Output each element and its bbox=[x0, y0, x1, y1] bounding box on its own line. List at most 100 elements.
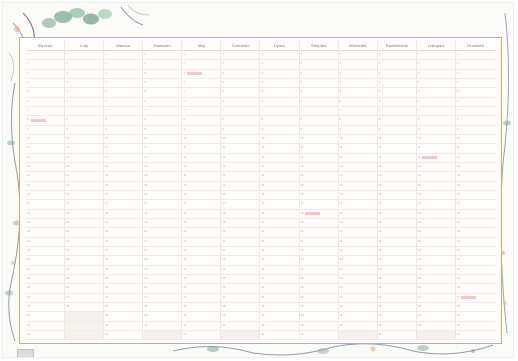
day-cell[interactable]: 16 bbox=[104, 191, 143, 201]
day-cell[interactable]: 5 bbox=[221, 88, 260, 98]
day-cell[interactable]: 2 bbox=[104, 60, 143, 70]
day-cell[interactable]: 9 bbox=[377, 126, 416, 135]
day-cell[interactable]: 27 bbox=[338, 294, 377, 303]
day-cell[interactable]: 15 bbox=[260, 182, 299, 191]
day-cell[interactable]: 25 bbox=[455, 275, 495, 285]
day-cell[interactable]: 21 bbox=[260, 238, 299, 247]
day-cell[interactable]: 16 bbox=[455, 191, 495, 201]
day-cell[interactable]: 28 bbox=[143, 303, 182, 313]
day-cell[interactable]: 28 bbox=[455, 303, 495, 313]
day-cell[interactable]: 24 bbox=[338, 266, 377, 275]
day-cell[interactable]: 15 bbox=[182, 182, 221, 191]
day-cell[interactable]: 18 bbox=[416, 210, 455, 219]
day-cell[interactable]: 6 bbox=[182, 98, 221, 107]
day-cell[interactable] bbox=[143, 330, 182, 341]
day-cell[interactable]: 12 bbox=[416, 154, 455, 163]
day-cell[interactable]: 10 bbox=[104, 135, 143, 145]
day-cell[interactable]: 14 bbox=[338, 172, 377, 182]
day-cell[interactable]: 27 bbox=[26, 294, 65, 303]
day-cell[interactable]: 20 bbox=[65, 228, 104, 238]
day-cell[interactable]: 27 bbox=[65, 294, 104, 303]
day-cell[interactable]: 4 bbox=[182, 79, 221, 89]
day-cell[interactable]: 9 bbox=[143, 126, 182, 135]
day-cell[interactable]: 10 bbox=[260, 135, 299, 145]
day-cell[interactable]: 4 bbox=[299, 79, 338, 89]
day-cell[interactable]: 24 bbox=[221, 266, 260, 275]
day-cell[interactable]: 6 bbox=[65, 98, 104, 107]
day-cell[interactable]: 28 bbox=[182, 303, 221, 313]
day-cell[interactable]: 11 bbox=[104, 144, 143, 154]
day-cell[interactable]: 2 bbox=[338, 60, 377, 70]
day-cell[interactable]: 22 bbox=[104, 247, 143, 257]
day-cell[interactable]: 20 bbox=[416, 228, 455, 238]
day-cell[interactable]: 18 bbox=[104, 210, 143, 219]
day-cell[interactable]: 13 bbox=[260, 163, 299, 173]
day-cell[interactable]: 1 bbox=[221, 51, 260, 61]
day-cell[interactable]: 13 bbox=[65, 163, 104, 173]
day-cell[interactable]: 12 bbox=[455, 154, 495, 163]
day-cell[interactable]: 9 bbox=[104, 126, 143, 135]
day-cell[interactable]: 29 bbox=[26, 312, 65, 322]
day-cell[interactable]: 5 bbox=[26, 88, 65, 98]
day-cell[interactable]: 30 bbox=[182, 322, 221, 331]
day-cell[interactable]: 23 bbox=[416, 256, 455, 266]
day-cell[interactable]: 14 bbox=[26, 172, 65, 182]
day-cell[interactable]: 7 bbox=[26, 107, 65, 117]
day-cell[interactable]: 8 bbox=[299, 116, 338, 126]
day-cell[interactable]: 15 bbox=[377, 182, 416, 191]
day-cell[interactable]: 18 bbox=[221, 210, 260, 219]
day-cell[interactable]: 6 bbox=[26, 98, 65, 107]
day-cell[interactable]: 21 bbox=[338, 238, 377, 247]
day-cell[interactable]: 15 bbox=[221, 182, 260, 191]
day-cell[interactable]: 19 bbox=[416, 219, 455, 229]
day-cell[interactable]: 16 bbox=[377, 191, 416, 201]
day-cell[interactable] bbox=[338, 330, 377, 341]
day-cell[interactable]: 31 bbox=[299, 331, 338, 341]
day-cell[interactable]: 5 bbox=[338, 88, 377, 98]
day-cell[interactable]: 27 bbox=[377, 294, 416, 303]
day-cell[interactable]: 28 bbox=[260, 303, 299, 313]
day-cell[interactable]: 11 bbox=[377, 144, 416, 154]
day-cell[interactable]: 11 bbox=[143, 144, 182, 154]
day-cell[interactable]: 26 bbox=[182, 284, 221, 294]
day-cell[interactable]: 31 bbox=[260, 331, 299, 341]
day-cell[interactable]: 23 bbox=[26, 256, 65, 266]
day-cell[interactable]: 21 bbox=[26, 238, 65, 247]
day-cell[interactable] bbox=[65, 321, 104, 331]
day-cell[interactable]: 23 bbox=[65, 256, 104, 266]
day-cell[interactable]: 13 bbox=[221, 163, 260, 173]
day-cell[interactable]: 10 bbox=[377, 135, 416, 145]
day-cell[interactable]: 7 bbox=[182, 107, 221, 117]
day-cell[interactable]: 16 bbox=[26, 191, 65, 201]
day-cell[interactable]: 21 bbox=[221, 238, 260, 247]
day-cell[interactable]: 5 bbox=[104, 88, 143, 98]
day-cell[interactable]: 10 bbox=[455, 135, 495, 145]
day-cell[interactable]: 23 bbox=[104, 256, 143, 266]
day-cell[interactable]: 8 bbox=[338, 116, 377, 126]
day-cell[interactable]: 15 bbox=[26, 182, 65, 191]
day-cell[interactable]: 9 bbox=[299, 126, 338, 135]
day-cell[interactable]: 28 bbox=[299, 303, 338, 313]
day-cell[interactable]: 23 bbox=[338, 256, 377, 266]
day-cell[interactable]: 31 bbox=[377, 331, 416, 341]
day-cell[interactable]: 28 bbox=[338, 303, 377, 313]
day-cell[interactable]: 17 bbox=[377, 200, 416, 210]
day-cell[interactable]: 4 bbox=[377, 79, 416, 89]
day-cell[interactable]: 5 bbox=[416, 88, 455, 98]
day-cell[interactable]: 20 bbox=[143, 228, 182, 238]
day-cell[interactable]: 8 bbox=[26, 116, 65, 126]
day-cell[interactable]: 22 bbox=[416, 247, 455, 257]
day-cell[interactable]: 9 bbox=[221, 126, 260, 135]
day-cell[interactable]: 30 bbox=[104, 322, 143, 331]
day-cell[interactable]: 22 bbox=[377, 247, 416, 257]
day-cell[interactable]: 11 bbox=[338, 144, 377, 154]
day-cell[interactable]: 6 bbox=[221, 98, 260, 107]
day-cell[interactable]: 28 bbox=[377, 303, 416, 313]
day-cell[interactable]: 8 bbox=[143, 116, 182, 126]
day-cell[interactable]: 29 bbox=[416, 312, 455, 322]
day-cell[interactable]: 26 bbox=[455, 284, 495, 294]
day-cell[interactable]: 29 bbox=[143, 312, 182, 322]
day-cell[interactable]: 26 bbox=[338, 284, 377, 294]
day-cell[interactable]: 17 bbox=[260, 200, 299, 210]
day-cell[interactable]: 18 bbox=[260, 210, 299, 219]
